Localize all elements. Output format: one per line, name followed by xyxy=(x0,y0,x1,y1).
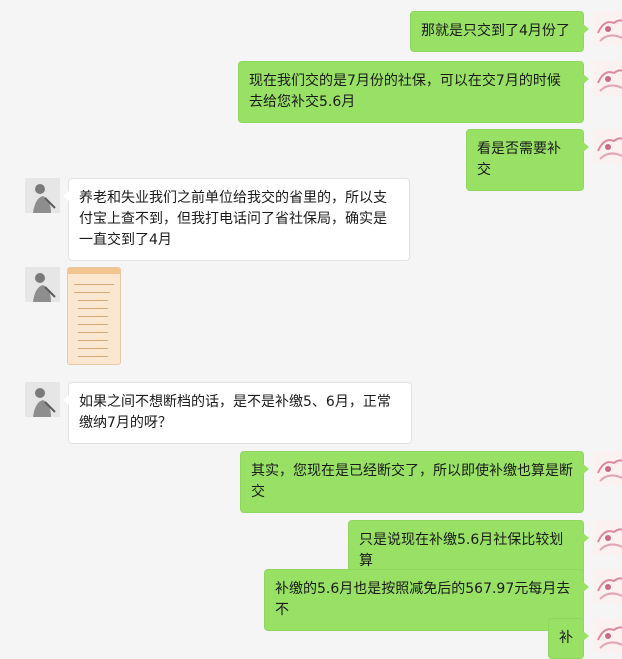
chat-window: 那就是只交到了4月份了 现在我们交的是7月份的社保，可以在交7月的时候去给您补交… xyxy=(0,0,622,659)
thumbnail-line xyxy=(78,300,108,301)
agent-avatar[interactable] xyxy=(594,129,622,164)
cartoon-avatar-icon xyxy=(594,451,622,486)
message-text: 补 xyxy=(559,630,573,646)
image-message-thumbnail[interactable] xyxy=(67,267,121,365)
agent-avatar[interactable] xyxy=(594,451,622,486)
message-text: 其实，您现在是已经断交了，所以即使补缴也算是断交 xyxy=(251,463,573,500)
thumbnail-line xyxy=(78,316,108,317)
cartoon-avatar-icon xyxy=(594,129,622,164)
thumbnail-line xyxy=(78,308,108,309)
message-text: 那就是只交到了4月份了 xyxy=(421,23,570,39)
thumbnail-line xyxy=(78,348,108,349)
message-bubble[interactable]: 补 xyxy=(548,618,589,659)
customer-avatar[interactable] xyxy=(25,178,60,213)
person-photo-icon xyxy=(25,267,60,302)
agent-avatar[interactable] xyxy=(594,11,622,46)
thumbnail-header xyxy=(68,268,120,274)
agent-avatar[interactable] xyxy=(594,618,622,653)
message-bubble[interactable]: 补缴的5.6月也是按照减免后的567.97元每月去不 xyxy=(264,569,589,631)
agent-avatar[interactable] xyxy=(594,569,622,604)
message-text: 如果之间不想断档的话，是不是补缴5、6月，正常缴纳7月的呀？ xyxy=(79,394,391,431)
agent-avatar[interactable] xyxy=(594,520,622,555)
customer-avatar[interactable] xyxy=(25,382,60,417)
cartoon-avatar-icon xyxy=(594,520,622,555)
person-photo-icon xyxy=(25,178,60,213)
thumbnail-line xyxy=(78,324,108,325)
cartoon-avatar-icon xyxy=(594,569,622,604)
message-text: 看是否需要补交 xyxy=(477,141,561,178)
message-text: 补缴的5.6月也是按照减免后的567.97元每月去不 xyxy=(275,581,571,618)
person-photo-icon xyxy=(25,382,60,417)
thumbnail-line xyxy=(78,332,108,333)
thumbnail-line xyxy=(74,284,114,285)
agent-avatar[interactable] xyxy=(594,61,622,96)
cartoon-avatar-icon xyxy=(594,61,622,96)
message-text: 现在我们交的是7月份的社保，可以在交7月的时候去给您补交5.6月 xyxy=(249,73,561,110)
message-bubble[interactable]: 养老和失业我们之前单位给我交的省里的，所以支付宝上查不到，但我打电话问了省社保局… xyxy=(63,178,410,261)
thumbnail-line xyxy=(78,356,108,357)
message-bubble[interactable]: 其实，您现在是已经断交了，所以即使补缴也算是断交 xyxy=(240,451,589,513)
message-bubble[interactable]: 看是否需要补交 xyxy=(466,129,589,191)
cartoon-avatar-icon xyxy=(594,618,622,653)
message-bubble[interactable]: 那就是只交到了4月份了 xyxy=(410,11,589,52)
message-bubble[interactable]: 现在我们交的是7月份的社保，可以在交7月的时候去给您补交5.6月 xyxy=(238,61,589,123)
message-bubble[interactable]: 如果之间不想断档的话，是不是补缴5、6月，正常缴纳7月的呀？ xyxy=(63,382,412,444)
message-text: 只是说现在补缴5.6月社保比较划算 xyxy=(359,532,564,569)
thumbnail-line xyxy=(74,292,110,293)
customer-avatar[interactable] xyxy=(25,267,60,302)
message-text: 养老和失业我们之前单位给我交的省里的，所以支付宝上查不到，但我打电话问了省社保局… xyxy=(79,190,387,248)
thumbnail-line xyxy=(78,340,108,341)
cartoon-avatar-icon xyxy=(594,11,622,46)
